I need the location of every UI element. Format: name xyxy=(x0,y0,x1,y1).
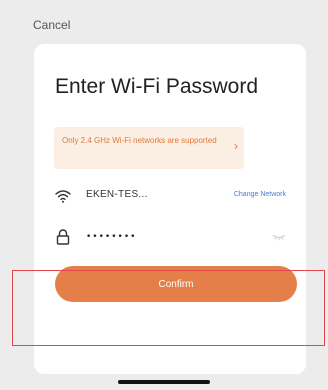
network-row: EKEN-TES... Change Network xyxy=(54,186,286,206)
lock-icon xyxy=(56,229,70,245)
password-field[interactable] xyxy=(86,227,256,247)
notice-text: Only 2.4 GHz Wi-Fi networks are supporte… xyxy=(62,136,217,145)
frequency-notice[interactable]: Only 2.4 GHz Wi-Fi networks are supporte… xyxy=(54,127,244,169)
change-network-link[interactable]: Change Network xyxy=(234,191,286,198)
wifi-icon xyxy=(55,190,71,203)
cancel-button[interactable]: Cancel xyxy=(33,18,70,32)
network-ssid: EKEN-TES... xyxy=(86,189,148,200)
password-row xyxy=(54,227,286,247)
home-indicator xyxy=(118,380,210,384)
highlight-box xyxy=(12,270,325,346)
chevron-right-icon: › xyxy=(234,139,238,153)
page-title: Enter Wi-Fi Password xyxy=(55,75,259,98)
eye-closed-icon[interactable] xyxy=(272,233,286,241)
